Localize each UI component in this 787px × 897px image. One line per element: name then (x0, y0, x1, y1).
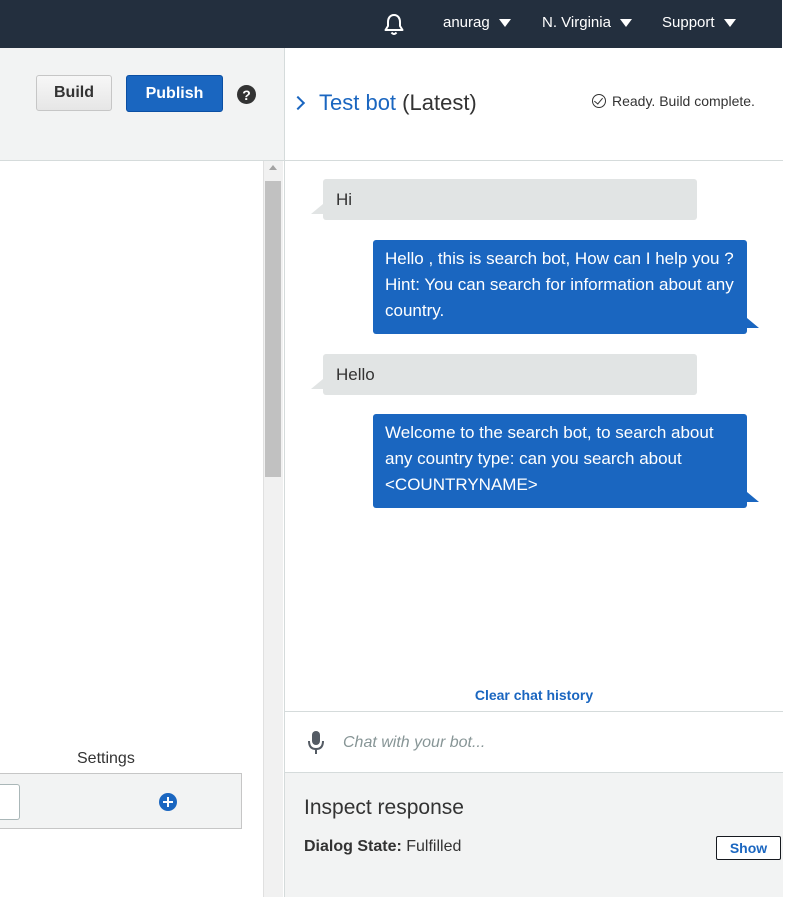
top-nav-bar: anurag N. Virginia Support (0, 0, 782, 48)
settings-label: Settings (77, 750, 135, 767)
scroll-thumb[interactable] (265, 181, 281, 477)
settings-panel (0, 773, 242, 829)
divider (285, 711, 783, 712)
support-label: Support (662, 14, 715, 31)
window-edge (782, 0, 787, 897)
clear-chat-history-link[interactable]: Clear chat history (285, 687, 783, 703)
user-name: anurag (443, 14, 490, 31)
build-button[interactable]: Build (36, 75, 112, 111)
check-circle-icon (592, 94, 606, 108)
caret-down-icon (619, 19, 632, 27)
help-icon[interactable]: ? (237, 85, 256, 104)
left-scrollbar[interactable] (263, 161, 283, 897)
chat-input[interactable] (343, 728, 763, 758)
dialog-state-label: Dialog State: (304, 838, 402, 855)
divider (285, 160, 783, 161)
support-menu[interactable]: Support (662, 14, 736, 32)
dialog-state-value: Fulfilled (406, 838, 462, 855)
chat-message-bot: Welcome to the search bot, to search abo… (373, 414, 759, 508)
region-name: N. Virginia (542, 14, 611, 31)
test-bot-title: Test bot (Latest) (319, 90, 477, 116)
microphone-icon[interactable] (307, 730, 325, 756)
inspect-response-title: Inspect response (304, 796, 464, 819)
test-bot-panel: Test bot (Latest) Ready. Build complete.… (284, 48, 783, 897)
region-menu[interactable]: N. Virginia (542, 14, 632, 32)
chat-message-bot: Hello , this is search bot, How can I he… (373, 240, 759, 334)
test-bot-version: (Latest) (402, 90, 477, 115)
show-button[interactable]: Show (716, 836, 781, 860)
add-icon[interactable] (159, 793, 177, 811)
bell-icon[interactable] (383, 12, 405, 36)
caret-down-icon (723, 19, 736, 27)
publish-button[interactable]: Publish (126, 75, 223, 112)
editor-toolbar: Build Publish ? (0, 48, 284, 161)
chat-message-user: Hello (311, 354, 697, 395)
user-menu[interactable]: anurag (443, 14, 511, 32)
test-bot-title-text: Test bot (319, 90, 397, 115)
chat-message-user: Hi (311, 179, 697, 220)
scroll-up-arrow-icon[interactable] (269, 165, 277, 170)
left-pane: Build Publish ? Settings (0, 48, 284, 897)
caret-down-icon (498, 19, 511, 27)
build-status: Ready. Build complete. (592, 93, 755, 109)
inspect-response-panel: Inspect response Dialog State: Fulfilled… (285, 772, 783, 897)
build-status-text: Ready. Build complete. (612, 93, 755, 109)
settings-input[interactable] (0, 784, 20, 820)
chevron-right-icon[interactable] (290, 95, 306, 111)
dialog-state: Dialog State: Fulfilled (304, 838, 461, 856)
